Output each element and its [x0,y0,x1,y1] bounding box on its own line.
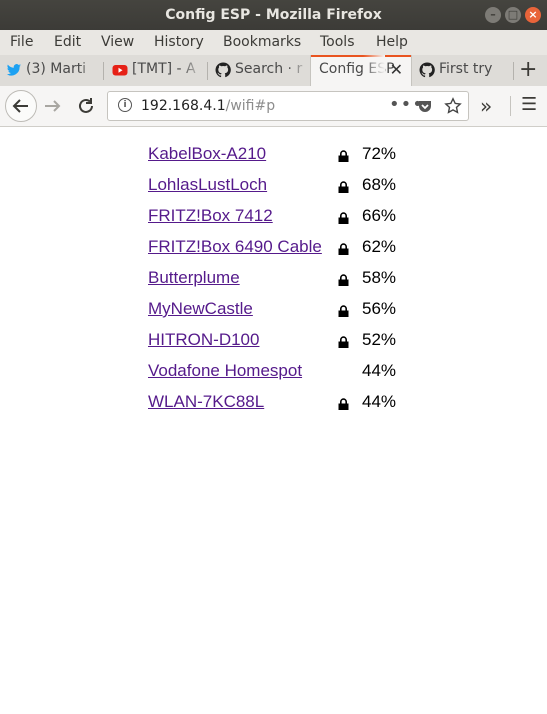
lock-icon [338,305,349,317]
network-row: Butterplume 58% [148,268,408,299]
network-row: Vodafone Homespot 44% [148,361,408,392]
back-arrow-icon [12,99,28,113]
url-text[interactable]: 192.168.4.1/wifi#p [141,98,275,114]
forward-arrow-icon[interactable] [42,95,64,117]
tab-github-search[interactable]: Search · r [209,55,309,86]
network-ssid-link[interactable]: MyNewCastle [148,299,253,319]
overflow-chevron-icon[interactable]: » [480,94,492,118]
pocket-icon[interactable] [417,98,433,114]
menu-tools[interactable]: Tools [320,34,355,50]
site-info-icon[interactable]: i [118,98,132,112]
youtube-icon [112,65,128,76]
menu-view[interactable]: View [101,34,134,50]
minimize-button[interactable]: – [485,7,501,23]
tab-twitter[interactable]: (3) Marti [0,55,100,86]
close-tab-icon[interactable]: ✕ [390,60,403,79]
network-row: FRITZ!Box 6490 Cable 62% [148,237,408,268]
lock-icon [338,336,349,348]
tab-github-first-try[interactable]: First try [413,55,513,86]
network-ssid-link[interactable]: Butterplume [148,268,240,288]
network-ssid-link[interactable]: WLAN-7KC88L [148,392,264,412]
network-row: MyNewCastle 56% [148,299,408,330]
url-bar[interactable]: i 192.168.4.1/wifi#p ••• [107,91,469,121]
network-row: LohlasLustLoch 68% [148,175,408,206]
network-row: HITRON-D100 52% [148,330,408,361]
network-row: FRITZ!Box 7412 66% [148,206,408,237]
lock-icon [338,398,349,410]
window-title: Config ESP - Mozilla Firefox [165,7,382,23]
menu-file[interactable]: File [10,34,33,50]
back-button[interactable] [5,90,37,122]
lock-icon [338,181,349,193]
network-row: WLAN-7KC88L 44% [148,392,408,423]
signal-strength: 58% [362,268,397,287]
signal-strength: 44% [362,392,397,411]
signal-strength: 52% [362,330,397,349]
tab-bar: (3) Marti [TMT] - A Search · r Config ES… [0,55,547,87]
tab-youtube[interactable]: [TMT] - A [106,55,203,86]
network-ssid-link[interactable]: KabelBox-A210 [148,144,266,164]
twitter-icon [6,64,21,76]
menu-edit[interactable]: Edit [54,34,81,50]
maximize-button[interactable]: □ [505,7,521,23]
signal-strength: 66% [362,206,397,225]
network-ssid-link[interactable]: HITRON-D100 [148,330,259,350]
signal-strength: 72% [362,144,397,163]
menu-bookmarks[interactable]: Bookmarks [223,34,301,50]
tab-config-esp[interactable]: Config ESP ✕ [310,55,412,86]
network-ssid-link[interactable]: Vodafone Homespot [148,361,302,381]
lock-icon [338,243,349,255]
menu-help[interactable]: Help [376,34,408,50]
window-titlebar: Config ESP - Mozilla Firefox – □ × [0,0,547,30]
lock-icon [338,212,349,224]
github-icon [215,62,231,78]
tab-label: First try [439,61,493,77]
signal-strength: 56% [362,299,397,318]
network-ssid-link[interactable]: LohlasLustLoch [148,175,267,195]
menu-history[interactable]: History [154,34,204,50]
page-content: KabelBox-A210 72% LohlasLustLoch 68% FRITZ!B… [0,127,547,714]
network-ssid-link[interactable]: FRITZ!Box 7412 [148,206,273,226]
close-window-button[interactable]: × [525,7,541,23]
hamburger-menu-icon[interactable]: ☰ [521,94,537,115]
navigation-toolbar: i 192.168.4.1/wifi#p ••• » ☰ [0,86,547,127]
signal-strength: 44% [362,361,397,380]
network-ssid-link[interactable]: FRITZ!Box 6490 Cable [148,237,322,257]
signal-strength: 62% [362,237,397,256]
network-row: KabelBox-A210 72% [148,144,408,175]
url-host: 192.168.4.1 [141,98,226,114]
url-path: /wifi#p [225,98,276,114]
lock-icon [338,150,349,162]
lock-icon [338,274,349,286]
reload-icon[interactable] [75,95,97,117]
github-icon [419,62,435,78]
signal-strength: 68% [362,175,397,194]
menu-bar: File Edit View History Bookmarks Tools H… [0,30,547,55]
bookmark-star-icon[interactable] [444,97,462,115]
new-tab-button[interactable]: + [519,57,537,82]
